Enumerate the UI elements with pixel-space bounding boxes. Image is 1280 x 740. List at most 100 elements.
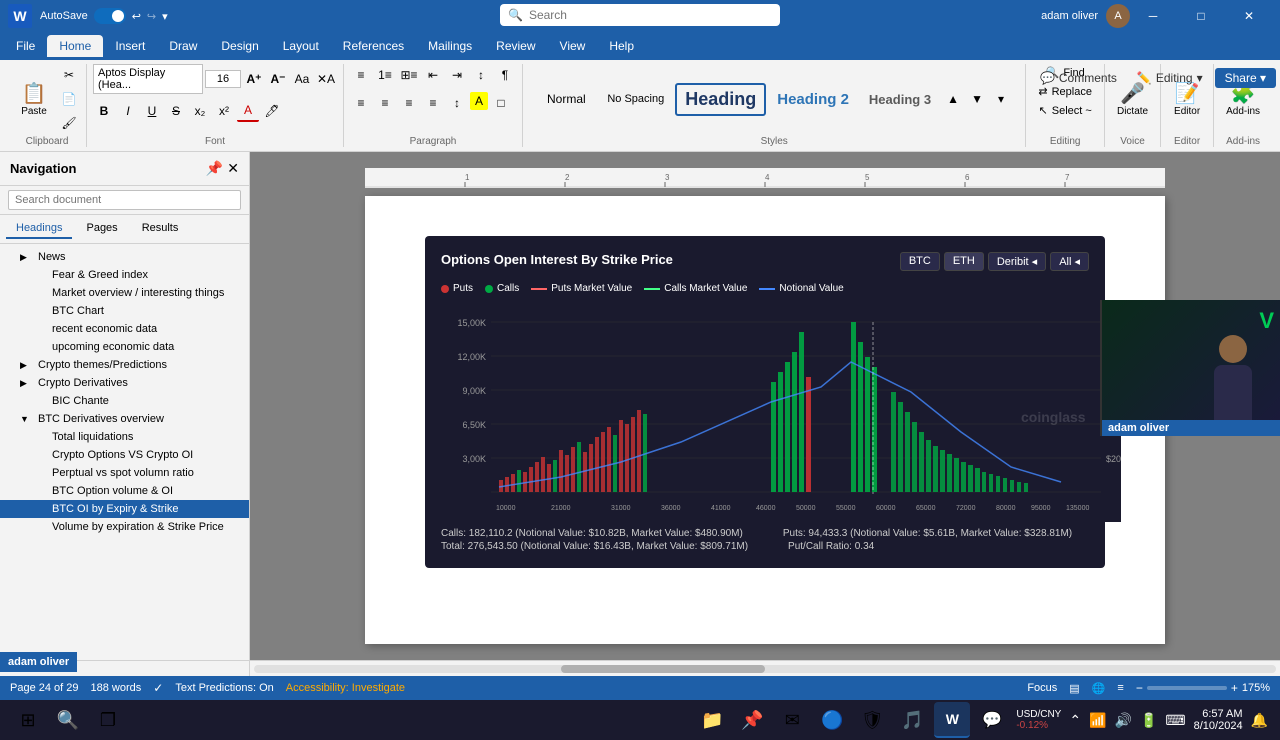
taskview-btn[interactable]: ❐ — [90, 702, 126, 738]
underline-btn[interactable]: U — [141, 100, 163, 122]
shading-btn[interactable]: A — [470, 92, 488, 110]
styles-scroll-down[interactable]: ▼ — [966, 88, 988, 110]
nav-item[interactable]: Fear & Greed index — [0, 266, 249, 284]
eth-filter-btn[interactable]: ETH — [944, 252, 984, 271]
taskbar-teams[interactable]: 💬 — [974, 702, 1010, 738]
taskbar-app1[interactable]: 🔵 — [814, 702, 850, 738]
tab-insert[interactable]: Insert — [103, 35, 157, 57]
zoom-out-btn[interactable]: − — [1136, 681, 1143, 695]
nav-item[interactable]: ▶News — [0, 248, 249, 266]
close-btn[interactable]: ✕ — [1226, 0, 1272, 32]
taskbar-word[interactable]: W — [934, 702, 970, 738]
nav-item[interactable]: BTC Chart — [0, 302, 249, 320]
autosave-toggle[interactable] — [94, 8, 126, 24]
focus-btn[interactable]: Focus — [1027, 682, 1057, 694]
bullets-btn[interactable]: ≡ — [350, 64, 372, 86]
nav-item[interactable]: BIC Chante — [0, 392, 249, 410]
nav-item[interactable]: recent economic data — [0, 320, 249, 338]
change-case-btn[interactable]: Aa — [291, 68, 313, 90]
nav-item[interactable]: Market overview / interesting things — [0, 284, 249, 302]
paste-btn[interactable]: 📋 Paste — [14, 77, 54, 121]
taskbar-music[interactable]: 🎵 — [894, 702, 930, 738]
style-normal[interactable]: Normal — [536, 87, 596, 111]
tab-file[interactable]: File — [4, 35, 47, 57]
tab-home[interactable]: Home — [47, 35, 103, 57]
layout-web-btn[interactable]: 🌐 — [1092, 682, 1106, 695]
nav-item[interactable]: Crypto Options VS Crypto OI — [0, 446, 249, 464]
italic-btn[interactable]: I — [117, 100, 139, 122]
decrease-indent-btn[interactable]: ⇤ — [422, 64, 444, 86]
show-marks-btn[interactable]: ¶ — [494, 64, 516, 86]
nav-item[interactable]: BTC Option volume & OI — [0, 482, 249, 500]
nav-item[interactable]: upcoming economic data — [0, 338, 249, 356]
superscript-btn[interactable]: x² — [213, 100, 235, 122]
h-scrollbar[interactable] — [0, 660, 1280, 676]
nav-item[interactable]: Volume by expiration & Strike Price — [0, 518, 249, 536]
format-painter-btn[interactable]: 🖌 — [58, 112, 80, 134]
increase-font-btn[interactable]: A⁺ — [243, 68, 265, 90]
battery-icon[interactable]: 🔋 — [1138, 710, 1159, 731]
tab-mailings[interactable]: Mailings — [416, 35, 484, 57]
align-right-btn[interactable]: ≡ — [398, 92, 420, 114]
taskbar-shield[interactable]: 🛡 — [854, 702, 890, 738]
layout-normal-btn[interactable]: ▤ — [1069, 682, 1079, 695]
all-filter-btn[interactable]: All ◂ — [1050, 252, 1089, 271]
nav-item[interactable]: ▶Crypto themes/Predictions — [0, 356, 249, 374]
style-heading[interactable]: Heading — [675, 83, 766, 116]
nav-item[interactable]: Perptual vs spot volumn ratio — [0, 464, 249, 482]
nav-item[interactable]: Total liquidations — [0, 428, 249, 446]
text-color-btn[interactable]: A — [237, 100, 259, 122]
highlight-btn[interactable]: 🖊 — [261, 100, 283, 122]
align-left-btn[interactable]: ≡ — [350, 92, 372, 114]
chevron-up-icon[interactable]: ⌃ — [1067, 710, 1083, 731]
multilevel-btn[interactable]: ⊞≡ — [398, 64, 420, 86]
decrease-font-btn[interactable]: A⁻ — [267, 68, 289, 90]
zoom-slider[interactable] — [1147, 686, 1227, 690]
borders-btn[interactable]: □ — [490, 92, 512, 114]
cut-btn[interactable]: ✂ — [58, 64, 80, 86]
search-input[interactable] — [529, 8, 772, 22]
tab-layout[interactable]: Layout — [271, 35, 331, 57]
numbering-btn[interactable]: 1≡ — [374, 64, 396, 86]
keyboard-icon[interactable]: ⌨ — [1163, 710, 1187, 731]
increase-indent-btn[interactable]: ⇥ — [446, 64, 468, 86]
notification-icon[interactable]: 🔔 — [1249, 710, 1270, 731]
style-heading2[interactable]: Heading 2 — [768, 86, 858, 113]
network-icon[interactable]: 📶 — [1087, 710, 1108, 731]
nav-tab-pages[interactable]: Pages — [76, 219, 127, 239]
tab-help[interactable]: Help — [597, 35, 646, 57]
undo-btn[interactable]: ↩ — [132, 10, 141, 23]
tab-references[interactable]: References — [331, 35, 416, 57]
volume-icon[interactable]: 🔊 — [1113, 710, 1134, 731]
nav-item[interactable]: ▶Crypto Derivatives — [0, 374, 249, 392]
taskbar-search[interactable]: 🔍 — [50, 702, 86, 738]
nav-item[interactable]: BTC OI by Expiry & Strike — [0, 500, 249, 518]
deribit-filter-btn[interactable]: Deribit ◂ — [988, 252, 1046, 271]
comments-btn[interactable]: 💬 Comments — [1032, 69, 1125, 87]
align-center-btn[interactable]: ≡ — [374, 92, 396, 114]
taskbar-pin[interactable]: 📌 — [734, 702, 770, 738]
tab-view[interactable]: View — [548, 35, 598, 57]
tab-design[interactable]: Design — [209, 35, 270, 57]
btc-filter-btn[interactable]: BTC — [900, 252, 940, 271]
bold-btn[interactable]: B — [93, 100, 115, 122]
time-display[interactable]: 6:57 AM 8/10/2024 — [1194, 708, 1243, 732]
nav-search-input[interactable] — [8, 190, 241, 210]
share-btn[interactable]: Share ▾ — [1215, 68, 1276, 88]
taskbar-explorer[interactable]: 📁 — [694, 702, 730, 738]
nav-tab-results[interactable]: Results — [132, 219, 189, 239]
tab-draw[interactable]: Draw — [157, 35, 209, 57]
accessibility-btn[interactable]: Accessibility: Investigate — [286, 682, 405, 694]
tab-review[interactable]: Review — [484, 35, 547, 57]
text-predictions[interactable]: Text Predictions: On — [175, 682, 273, 694]
style-no-spacing[interactable]: No Spacing — [598, 88, 673, 110]
custom-btn[interactable]: ▾ — [162, 10, 168, 23]
styles-scroll-up[interactable]: ▲ — [942, 88, 964, 110]
style-heading3[interactable]: Heading 3 — [860, 87, 940, 112]
editing-btn[interactable]: ✏️ Editing ▾ — [1129, 69, 1211, 87]
zoom-in-btn[interactable]: + — [1231, 681, 1238, 695]
strikethrough-btn[interactable]: S — [165, 100, 187, 122]
styles-expand[interactable]: ▾ — [990, 88, 1012, 110]
justify-btn[interactable]: ≡ — [422, 92, 444, 114]
line-spacing-btn[interactable]: ↕ — [446, 92, 468, 114]
